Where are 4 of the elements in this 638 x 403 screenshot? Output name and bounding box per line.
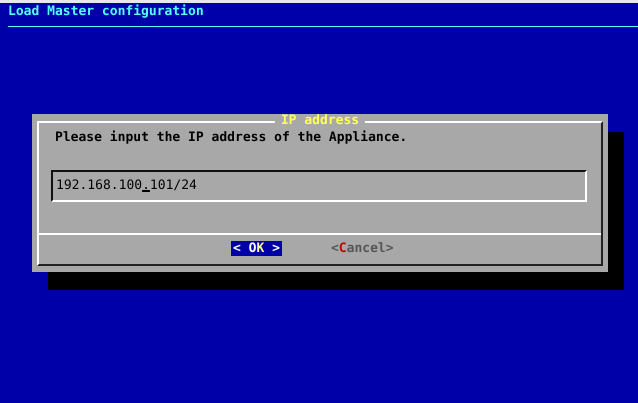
- screen-title: Load Master configuration: [7, 3, 205, 21]
- ip-address-field[interactable]: 192.168.100.101/24: [51, 170, 587, 202]
- dialog-message: Please input the IP address of the Appliance.: [54, 129, 408, 146]
- ok-button[interactable]: < OK >: [231, 241, 282, 256]
